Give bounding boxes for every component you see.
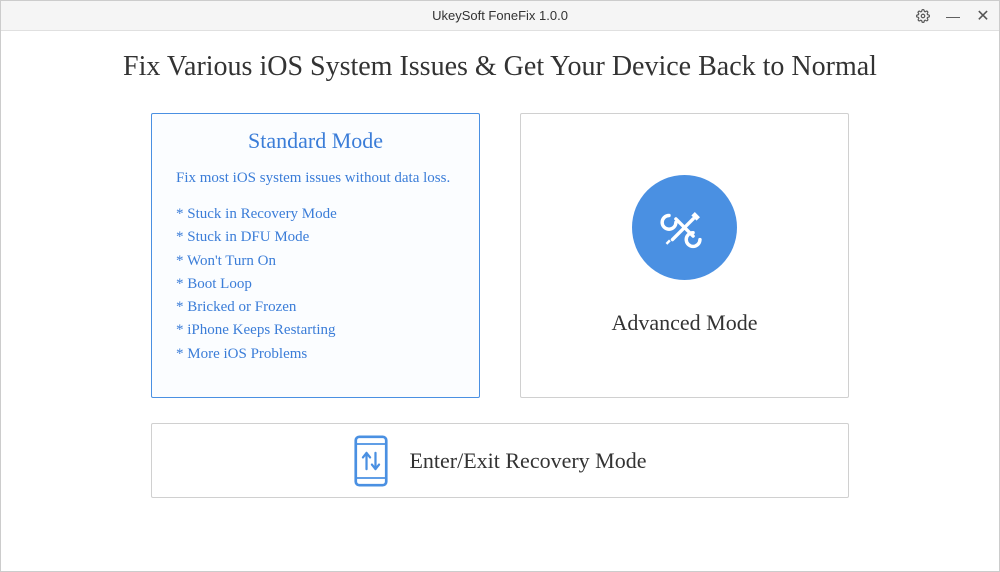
tools-icon — [632, 175, 737, 280]
advanced-mode-title: Advanced Mode — [611, 310, 757, 336]
list-item: Stuck in DFU Mode — [176, 226, 455, 249]
close-icon[interactable]: ✕ — [975, 8, 991, 24]
standard-mode-title: Standard Mode — [176, 128, 455, 154]
titlebar: UkeySoft FoneFix 1.0.0 — ✕ — [1, 1, 999, 31]
page-title: Fix Various iOS System Issues & Get Your… — [61, 51, 939, 83]
minimize-icon[interactable]: — — [945, 8, 961, 24]
list-item: iPhone Keeps Restarting — [176, 319, 455, 342]
list-item: Bricked or Frozen — [176, 296, 455, 319]
content-area: Fix Various iOS System Issues & Get Your… — [1, 31, 999, 508]
standard-mode-card[interactable]: Standard Mode Fix most iOS system issues… — [151, 113, 480, 398]
standard-mode-description: Fix most iOS system issues without data … — [176, 168, 455, 189]
list-item: Boot Loop — [176, 273, 455, 296]
list-item: Won't Turn On — [176, 250, 455, 273]
standard-mode-issues-list: Stuck in Recovery Mode Stuck in DFU Mode… — [176, 203, 455, 366]
recovery-mode-card[interactable]: Enter/Exit Recovery Mode — [151, 423, 849, 498]
titlebar-controls: — ✕ — [915, 1, 991, 30]
mode-cards-row: Standard Mode Fix most iOS system issues… — [151, 113, 849, 398]
window-title: UkeySoft FoneFix 1.0.0 — [432, 8, 568, 23]
settings-icon[interactable] — [915, 8, 931, 24]
advanced-mode-card[interactable]: Advanced Mode — [520, 113, 849, 398]
phone-arrows-icon — [353, 435, 389, 487]
list-item: More iOS Problems — [176, 343, 455, 366]
recovery-mode-label: Enter/Exit Recovery Mode — [409, 448, 646, 474]
list-item: Stuck in Recovery Mode — [176, 203, 455, 226]
